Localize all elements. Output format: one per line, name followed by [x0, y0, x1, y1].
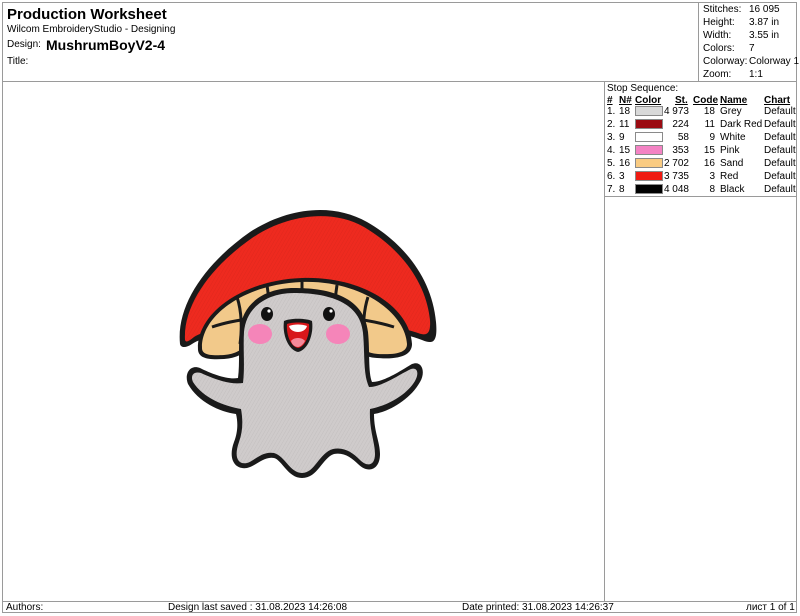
- row-code: 15: [703, 145, 715, 156]
- color-swatch: [635, 106, 663, 116]
- right-blush-icon: [326, 324, 350, 344]
- right-eye-icon: [323, 307, 335, 321]
- stat-label: Stitches:: [703, 4, 742, 15]
- row-stitches: 3 735: [663, 171, 689, 182]
- page-title: Production Worksheet: [7, 6, 167, 23]
- row-name: Dark Red: [720, 119, 763, 130]
- row-code: 16: [703, 158, 715, 169]
- row-stitches: 58: [677, 132, 689, 143]
- header-num: #: [607, 95, 613, 106]
- row-num: 5.: [607, 158, 616, 169]
- table-row: 2. 11 224 11 Dark Red Default: [605, 119, 797, 132]
- row-n: 9: [619, 132, 625, 143]
- table-row: 1. 18 4 973 18 Grey Default: [605, 106, 797, 119]
- header-chart: Chart: [764, 95, 791, 106]
- header-name: Name: [720, 95, 748, 106]
- row-stitches: 4 973: [663, 106, 689, 117]
- row-n: 3: [619, 171, 625, 182]
- table-row: 7. 8 4 048 8 Black Default: [605, 184, 797, 197]
- color-swatch: [635, 158, 663, 168]
- row-name: White: [720, 132, 746, 143]
- row-chart: Default: [764, 158, 796, 169]
- row-chart: Default: [764, 119, 796, 130]
- row-chart: Default: [764, 132, 796, 143]
- row-chart: Default: [764, 184, 796, 195]
- stat-value: 7: [749, 43, 755, 54]
- stat-label: Zoom:: [703, 69, 732, 80]
- row-num: 2.: [607, 119, 616, 130]
- row-chart: Default: [764, 106, 796, 117]
- design-name: MushrumBoyV2-4: [46, 37, 166, 53]
- color-swatch: [635, 171, 663, 181]
- stop-sequence-panel: Stop Sequence: # N# Color St. Code Name …: [605, 82, 797, 197]
- design-label: Design:: [7, 39, 41, 50]
- color-swatch: [635, 132, 663, 142]
- row-name: Sand: [720, 158, 744, 169]
- row-num: 4.: [607, 145, 616, 156]
- stat-value: Colorway 1: [749, 56, 800, 67]
- row-code: 3: [709, 171, 715, 182]
- row-stitches: 224: [672, 119, 689, 130]
- row-n: 18: [619, 106, 631, 117]
- design-preview-area: [2, 82, 605, 601]
- row-stitches: 353: [672, 145, 689, 156]
- table-row: 5. 16 2 702 16 Sand Default: [605, 158, 797, 171]
- row-name: Pink: [720, 145, 740, 156]
- row-chart: Default: [764, 171, 796, 182]
- stat-value: 1:1: [749, 69, 763, 80]
- row-n: 16: [619, 158, 631, 169]
- table-row: 3. 9 58 9 White Default: [605, 132, 797, 145]
- page-number: лист 1 of 1: [746, 602, 795, 613]
- date-printed: Date printed: 31.08.2023 14:26:37: [462, 602, 614, 613]
- mushroom-boy-embroidery-icon: [179, 209, 437, 478]
- header-stitches: St.: [675, 95, 688, 106]
- row-name: Red: [720, 171, 739, 182]
- left-blush-icon: [248, 324, 272, 344]
- worksheet-header: Production Worksheet Wilcom EmbroiderySt…: [2, 2, 800, 82]
- stat-label: Width:: [703, 30, 732, 41]
- color-swatch: [635, 119, 663, 129]
- row-num: 3.: [607, 132, 616, 143]
- row-chart: Default: [764, 145, 796, 156]
- header-code: Code: [693, 95, 718, 106]
- row-num: 1.: [607, 106, 616, 117]
- header-color: Color: [635, 95, 662, 106]
- row-n: 8: [619, 184, 625, 195]
- stat-value: 16 095: [749, 4, 780, 15]
- stat-label: Height:: [703, 17, 735, 28]
- row-n: 15: [619, 145, 631, 156]
- stat-value: 3.55 in: [749, 30, 780, 41]
- row-code: 8: [709, 184, 715, 195]
- row-code: 18: [703, 106, 715, 117]
- stat-label: Colorway:: [703, 56, 748, 67]
- row-num: 7.: [607, 184, 616, 195]
- stat-value: 3.87 in: [749, 17, 780, 28]
- header-n: N#: [619, 95, 632, 106]
- left-eye-icon: [261, 307, 273, 321]
- row-name: Black: [720, 184, 745, 195]
- table-row: 4. 15 353 15 Pink Default: [605, 145, 797, 158]
- row-code: 11: [704, 119, 715, 130]
- authors-label: Authors:: [6, 602, 44, 613]
- last-saved: Design last saved : 31.08.2023 14:26:08: [168, 602, 348, 613]
- row-stitches: 4 048: [663, 184, 689, 195]
- design-stats-panel: Stitches: 16 095 Height: 3.87 in Width: …: [698, 2, 800, 81]
- color-swatch: [635, 145, 663, 155]
- row-stitches: 2 702: [663, 158, 689, 169]
- title-label: Title:: [7, 56, 29, 67]
- stop-sequence-title: Stop Sequence:: [607, 83, 679, 94]
- table-row: 6. 3 3 735 3 Red Default: [605, 171, 797, 184]
- stat-label: Colors:: [703, 43, 735, 54]
- software-name: Wilcom EmbroideryStudio - Designing: [7, 24, 176, 35]
- row-num: 6.: [607, 171, 616, 182]
- color-swatch: [635, 184, 663, 194]
- row-code: 9: [709, 132, 715, 143]
- worksheet-footer: Authors: Design last saved : 31.08.2023 …: [2, 601, 797, 613]
- row-n: 11: [619, 119, 630, 130]
- row-name: Grey: [720, 106, 742, 117]
